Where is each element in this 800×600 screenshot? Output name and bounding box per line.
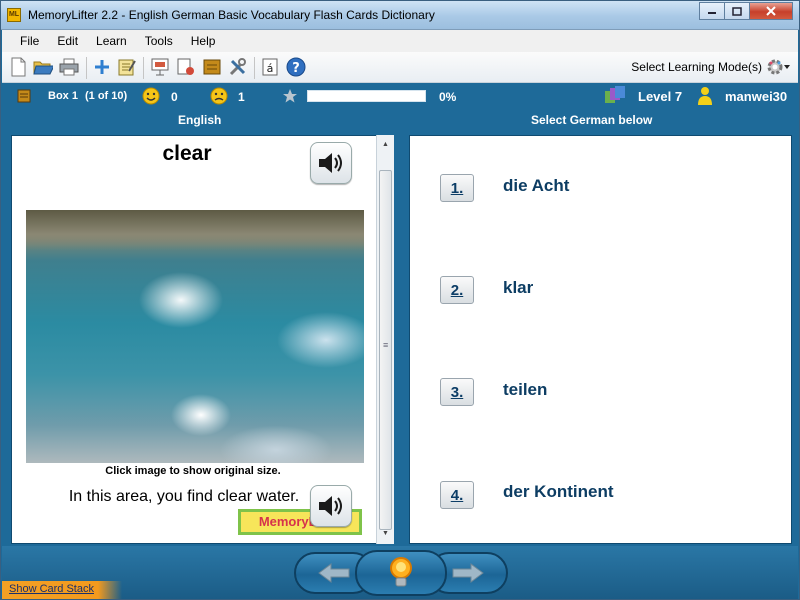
lightbulb-icon xyxy=(390,557,412,587)
toolbar: á ? Select Learning Mode(s) xyxy=(2,52,798,83)
level-icon xyxy=(604,85,626,108)
user-icon xyxy=(697,86,713,109)
progress-bar xyxy=(307,90,426,102)
correct-count: 0 xyxy=(171,90,178,104)
menu-bar: File Edit Learn Tools Help xyxy=(2,30,798,52)
minimize-icon xyxy=(708,12,716,14)
window-title: MemoryLifter 2.2 - English German Basic … xyxy=(28,8,435,22)
wrong-count: 1 xyxy=(238,90,245,104)
close-icon xyxy=(766,6,776,16)
answer-2-button[interactable]: 2. xyxy=(440,276,474,304)
menu-tools[interactable]: Tools xyxy=(136,34,182,48)
answer-column-header: Select German below xyxy=(531,113,653,127)
question-column-header: English xyxy=(178,113,222,127)
print-icon[interactable] xyxy=(59,57,79,77)
add-card-icon[interactable] xyxy=(92,57,112,77)
example-audio-button[interactable] xyxy=(310,485,352,527)
box-label: Box 1 xyxy=(48,90,78,102)
arrow-left-icon xyxy=(318,563,350,583)
word-audio-button[interactable] xyxy=(310,142,352,184)
answer-3-button[interactable]: 3. xyxy=(440,378,474,406)
svg-text:á: á xyxy=(267,62,274,75)
minimize-button[interactable] xyxy=(699,2,725,20)
scroll-thumb[interactable]: ≡ xyxy=(379,170,392,530)
maximize-button[interactable] xyxy=(724,2,750,20)
question-card: clear Click image to show original size.… xyxy=(11,135,394,544)
accent-icon[interactable]: á xyxy=(260,57,280,77)
menu-edit[interactable]: Edit xyxy=(48,34,87,48)
box-icon-status xyxy=(17,89,31,106)
slideshow-icon[interactable] xyxy=(150,57,170,77)
arrow-right-icon xyxy=(452,563,484,583)
answer-panel: 1. die Acht 2. klar 3. teilen 4. der Kon… xyxy=(409,135,792,544)
speaker-icon xyxy=(319,153,342,173)
card-settings-icon[interactable] xyxy=(176,57,196,77)
answer-4-button[interactable]: 4. xyxy=(440,481,474,509)
menu-file[interactable]: File xyxy=(2,34,48,48)
new-icon[interactable] xyxy=(8,57,28,77)
tools-icon[interactable] xyxy=(228,57,248,77)
answer-4-text[interactable]: der Kontinent xyxy=(503,482,614,502)
box-count: (1 of 10) xyxy=(85,90,128,102)
help-icon[interactable]: ? xyxy=(286,57,306,77)
learning-mode-dropdown[interactable] xyxy=(766,57,790,77)
gear-icon xyxy=(767,59,783,75)
card-image[interactable] xyxy=(26,210,364,463)
user-name: manwei30 xyxy=(725,89,788,104)
answer-2-text[interactable]: klar xyxy=(503,278,533,298)
speaker-icon xyxy=(319,496,342,516)
answer-1-text[interactable]: die Acht xyxy=(503,176,569,196)
svg-text:?: ? xyxy=(292,61,300,76)
progress-text: 0% xyxy=(439,90,457,104)
answer-3-text[interactable]: teilen xyxy=(503,380,547,400)
edit-icon[interactable] xyxy=(117,57,137,77)
box-icon[interactable] xyxy=(202,57,222,77)
scroll-up-arrow[interactable]: ▲ xyxy=(377,136,394,153)
app-logo-icon: ML xyxy=(7,8,21,22)
menu-learn[interactable]: Learn xyxy=(87,34,136,48)
app-window: ML MemoryLifter 2.2 - English German Bas… xyxy=(0,0,800,600)
maximize-icon xyxy=(732,6,742,16)
chevron-down-icon xyxy=(784,65,790,69)
level-label: Level 7 xyxy=(638,89,683,104)
menu-help[interactable]: Help xyxy=(182,34,225,48)
card-scrollbar[interactable]: ▲ ≡ ▼ xyxy=(376,135,394,544)
image-caption: Click image to show original size. xyxy=(105,465,281,477)
example-sentence: In this area, you find clear water. xyxy=(68,488,300,505)
title-bar: ML MemoryLifter 2.2 - English German Bas… xyxy=(1,1,799,30)
learning-mode-label[interactable]: Select Learning Mode(s) xyxy=(631,60,762,74)
close-button[interactable] xyxy=(749,2,793,20)
answer-1-button[interactable]: 1. xyxy=(440,174,474,202)
scroll-down-arrow[interactable]: ▼ xyxy=(377,525,394,542)
show-card-stack-link[interactable]: Show Card Stack xyxy=(9,583,94,595)
open-icon[interactable] xyxy=(33,57,53,77)
star-icon xyxy=(282,88,298,107)
happy-face-icon xyxy=(142,87,160,108)
hint-button[interactable] xyxy=(355,550,447,596)
sad-face-icon xyxy=(210,87,228,108)
